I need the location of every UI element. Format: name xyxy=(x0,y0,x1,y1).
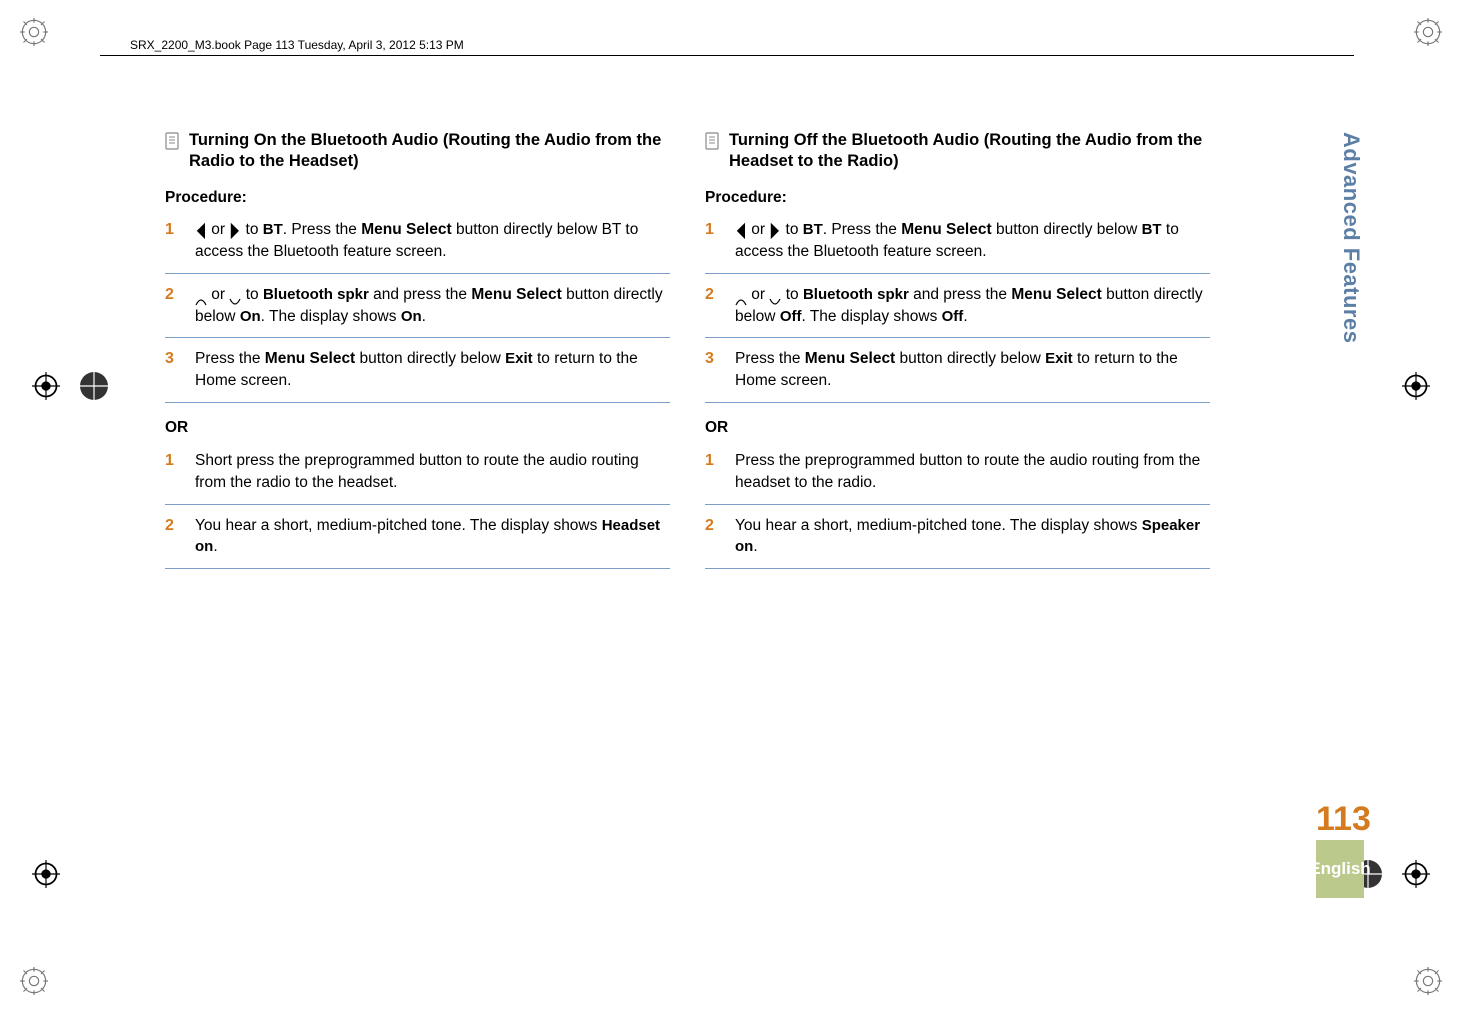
text: or xyxy=(747,221,769,238)
right-alt-step-2: You hear a short, medium-pitched tone. T… xyxy=(705,515,1210,569)
text: Press the preprogrammed button to route … xyxy=(735,452,1200,491)
text: You hear a short, medium-pitched tone. T… xyxy=(195,517,602,534)
display-text: Bluetooth spkr xyxy=(803,286,909,303)
text: to xyxy=(241,221,263,238)
text: button directly below xyxy=(992,221,1142,238)
display-text: Off xyxy=(942,308,964,325)
right-alt-steps: Press the preprogrammed button to route … xyxy=(705,450,1210,569)
left-title-text: Turning On the Bluetooth Audio (Routing … xyxy=(189,131,661,170)
text: to xyxy=(781,286,803,303)
text: button directly below xyxy=(895,350,1045,367)
text: . xyxy=(422,308,426,325)
left-step-2: or to Bluetooth spkr and press the Menu … xyxy=(165,284,670,338)
bold-text: Menu Select xyxy=(361,221,451,238)
crop-mark-right-upper xyxy=(1402,372,1430,400)
right-title-text: Turning Off the Bluetooth Audio (Routing… xyxy=(729,131,1202,170)
crop-mark-left-outer xyxy=(80,372,108,400)
display-text: Off xyxy=(780,308,802,325)
text: to xyxy=(781,221,803,238)
document-icon xyxy=(705,132,721,150)
gear-icon-bl xyxy=(20,967,48,995)
text: and press the xyxy=(909,286,1012,303)
nav-left-icon: ◀ xyxy=(197,215,205,245)
display-text: BT xyxy=(1142,221,1162,238)
text: button directly below xyxy=(355,350,505,367)
right-step-2: or to Bluetooth spkr and press the Menu … xyxy=(705,284,1210,338)
left-procedure-label: Procedure: xyxy=(165,187,670,209)
text: Press the xyxy=(195,350,265,367)
display-text: Bluetooth spkr xyxy=(263,286,369,303)
display-text: Exit xyxy=(1045,350,1073,367)
side-tab: Advanced Features 113 English xyxy=(1316,130,1364,898)
text: . xyxy=(753,538,757,555)
left-alt-step-1: Short press the preprogrammed button to … xyxy=(165,450,670,504)
text: or xyxy=(207,286,229,303)
nav-left-icon: ◀ xyxy=(737,215,745,245)
nav-down-icon xyxy=(769,291,781,299)
bold-text: Menu Select xyxy=(805,350,895,367)
left-steps: ◀ or ▶ to BT. Press the Menu Select butt… xyxy=(165,219,670,403)
right-step-1: ◀ or ▶ to BT. Press the Menu Select butt… xyxy=(705,219,1210,274)
bold-text: Menu Select xyxy=(471,286,561,303)
bold-text: Menu Select xyxy=(901,221,991,238)
text: . The display shows xyxy=(261,308,401,325)
text: . xyxy=(213,538,217,555)
display-text: On xyxy=(240,308,261,325)
display-text: On xyxy=(401,308,422,325)
text: or xyxy=(747,286,769,303)
gear-icon-br xyxy=(1414,967,1442,995)
left-column: Turning On the Bluetooth Audio (Routing … xyxy=(165,130,670,583)
gear-icon-tl xyxy=(20,18,48,46)
left-section-title: Turning On the Bluetooth Audio (Routing … xyxy=(165,130,670,173)
document-icon xyxy=(165,132,181,150)
crop-mark-left-upper xyxy=(32,372,60,400)
left-alt-steps: Short press the preprogrammed button to … xyxy=(165,450,670,569)
text: Press the xyxy=(735,350,805,367)
text: Short press the preprogrammed button to … xyxy=(195,452,639,491)
nav-up-icon xyxy=(195,291,207,299)
bold-text: Menu Select xyxy=(1011,286,1101,303)
text: . Press the xyxy=(823,221,901,238)
display-text: BT xyxy=(263,221,283,238)
text: or xyxy=(207,221,229,238)
nav-right-icon: ▶ xyxy=(231,215,239,245)
left-or-label: OR xyxy=(165,417,670,439)
bold-text: Menu Select xyxy=(265,350,355,367)
text: to xyxy=(241,286,263,303)
right-or-label: OR xyxy=(705,417,1210,439)
right-procedure-label: Procedure: xyxy=(705,187,1210,209)
text: . Press the xyxy=(283,221,361,238)
nav-right-icon: ▶ xyxy=(771,215,779,245)
header-rule xyxy=(100,55,1354,56)
side-section-label: Advanced Features xyxy=(1316,130,1364,802)
nav-up-icon xyxy=(735,291,747,299)
display-text: Exit xyxy=(505,350,533,367)
gear-icon-tr xyxy=(1414,18,1442,46)
text: . The display shows xyxy=(801,308,941,325)
crop-mark-left-lower xyxy=(32,860,60,888)
right-step-3: Press the Menu Select button directly be… xyxy=(705,348,1210,402)
left-alt-step-2: You hear a short, medium-pitched tone. T… xyxy=(165,515,670,569)
right-steps: ◀ or ▶ to BT. Press the Menu Select butt… xyxy=(705,219,1210,403)
header-text: SRX_2200_M3.book Page 113 Tuesday, April… xyxy=(130,38,464,52)
crop-mark-right-lower xyxy=(1402,860,1430,888)
left-step-3: Press the Menu Select button directly be… xyxy=(165,348,670,402)
page-number: 113 xyxy=(1316,802,1364,836)
text: and press the xyxy=(369,286,472,303)
nav-down-icon xyxy=(229,291,241,299)
text: You hear a short, medium-pitched tone. T… xyxy=(735,517,1142,534)
right-alt-step-1: Press the preprogrammed button to route … xyxy=(705,450,1210,504)
right-section-title: Turning Off the Bluetooth Audio (Routing… xyxy=(705,130,1210,173)
text: . xyxy=(963,308,967,325)
display-text: BT xyxy=(803,221,823,238)
language-label: English xyxy=(1316,840,1364,898)
left-step-1: ◀ or ▶ to BT. Press the Menu Select butt… xyxy=(165,219,670,274)
page-body: Turning On the Bluetooth Audio (Routing … xyxy=(165,130,1210,583)
right-column: Turning Off the Bluetooth Audio (Routing… xyxy=(705,130,1210,583)
